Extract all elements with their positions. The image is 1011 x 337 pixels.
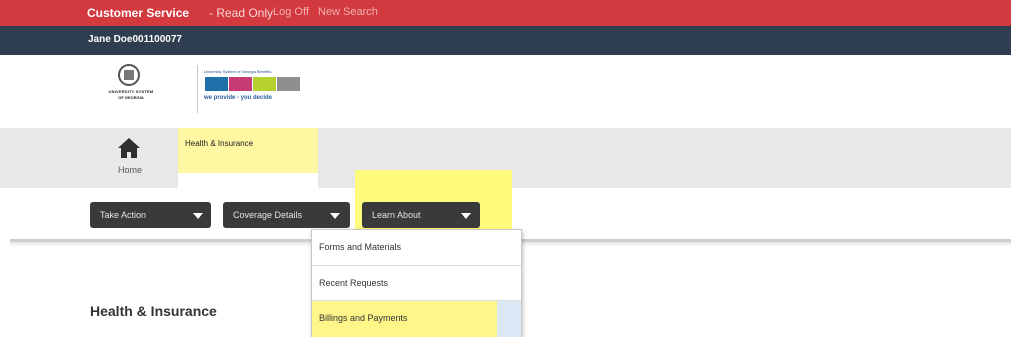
benefits-logo[interactable]: University System of Georgia Benefits we… bbox=[204, 69, 324, 115]
user-bar: Jane Doe001100077 bbox=[0, 26, 1011, 55]
log-off-link[interactable]: Log Off bbox=[273, 6, 309, 18]
menu-item-label: Recent Requests bbox=[319, 278, 389, 288]
tile-green bbox=[253, 77, 276, 91]
benefits-tagline: we provide - you decide bbox=[204, 95, 273, 101]
menu-item-label: Billings and Payments bbox=[319, 313, 408, 323]
logo-band: UNIVERSITY SYSTEM OF GEORGIA University … bbox=[0, 55, 1011, 128]
read-only-label: - Read Only bbox=[209, 6, 274, 20]
menu-item-recent-requests[interactable]: Recent Requests bbox=[312, 265, 521, 300]
take-action-label: Take Action bbox=[100, 210, 147, 220]
user-name: Jane Doe001100077 bbox=[88, 34, 182, 45]
learn-about-label: Learn About bbox=[372, 210, 421, 220]
caret-down-icon bbox=[193, 213, 203, 219]
caret-down-icon bbox=[461, 213, 471, 219]
learn-about-dropdown: Forms and Materials Recent Requests Bill… bbox=[311, 229, 522, 337]
tab-highlight bbox=[178, 128, 318, 173]
tab-health-insurance[interactable]: Health & Insurance bbox=[178, 128, 318, 188]
logo-divider bbox=[197, 65, 198, 113]
learn-about-button[interactable]: Learn About bbox=[362, 202, 480, 228]
menu-item-billings-and-payments[interactable]: Billings and Payments bbox=[312, 300, 521, 337]
tile-blue bbox=[205, 77, 228, 91]
usg-logo-line2: OF GEORGIA bbox=[118, 95, 144, 100]
menu-item-hover bbox=[497, 301, 521, 337]
menu-item-label: Forms and Materials bbox=[319, 242, 402, 252]
coverage-details-label: Coverage Details bbox=[233, 210, 303, 220]
app-title: Customer Service bbox=[87, 6, 190, 20]
tile-gray bbox=[277, 77, 300, 91]
usg-seal-icon bbox=[118, 64, 140, 86]
take-action-button[interactable]: Take Action bbox=[90, 202, 211, 228]
top-bar: Customer Service - Read Only Log Off New… bbox=[0, 0, 1011, 26]
menu-item-forms-and-materials[interactable]: Forms and Materials bbox=[312, 230, 521, 264]
new-search-link[interactable]: New Search bbox=[318, 6, 378, 18]
tile-magenta bbox=[229, 77, 252, 91]
caret-down-icon bbox=[330, 213, 340, 219]
home-icon bbox=[118, 138, 140, 158]
benefits-logo-small-text: University System of Georgia Benefits bbox=[204, 69, 272, 74]
nav-home[interactable]: Home bbox=[100, 137, 160, 182]
usg-logo[interactable]: UNIVERSITY SYSTEM OF GEORGIA bbox=[105, 64, 155, 110]
tab-health-insurance-label: Health & Insurance bbox=[185, 139, 254, 148]
coverage-details-button[interactable]: Coverage Details bbox=[223, 202, 350, 228]
usg-logo-line1: UNIVERSITY SYSTEM bbox=[108, 89, 154, 94]
page-title: Health & Insurance bbox=[90, 303, 217, 319]
nav-home-label: Home bbox=[117, 165, 142, 175]
